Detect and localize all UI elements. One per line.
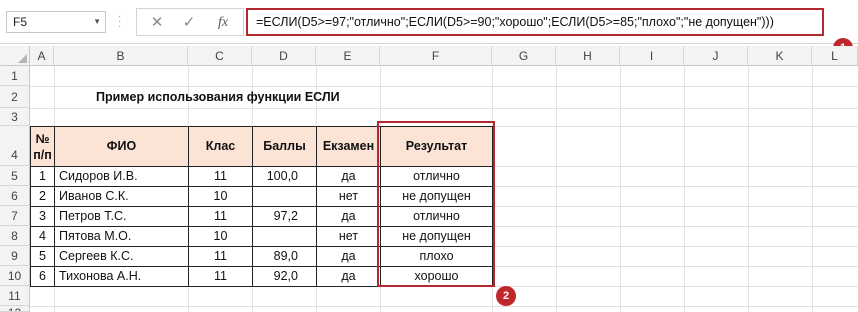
cell-name[interactable]: Иванов С.К. [54, 186, 189, 207]
formula-text: =ЕСЛИ(D5>=97;"отлично";ЕСЛИ(D5>=90;"хоро… [256, 15, 774, 29]
callout-badge-2: 2 [496, 286, 516, 306]
cell-num[interactable]: 6 [30, 266, 55, 287]
cell-name[interactable]: Сергеев К.С. [54, 246, 189, 267]
header-name-cell[interactable]: ФИО [54, 126, 189, 167]
cell-num[interactable]: 1 [30, 166, 55, 187]
column-header-j[interactable]: J [684, 46, 748, 66]
formula-buttons: ✕ ✓ fx [136, 8, 244, 36]
row-header-11[interactable]: 11 [0, 286, 30, 306]
cell-name[interactable]: Пятова М.О. [54, 226, 189, 247]
cell-name[interactable]: Сидоров И.В. [54, 166, 189, 187]
column-header-a[interactable]: A [30, 46, 54, 66]
cell-name[interactable]: Петров Т.С. [54, 206, 189, 227]
name-box-value: F5 [13, 15, 28, 29]
cell-num[interactable]: 2 [30, 186, 55, 207]
insert-function-icon[interactable]: fx [211, 13, 235, 33]
cell-class[interactable]: 10 [188, 226, 253, 247]
row-header-9[interactable]: 9 [0, 246, 30, 266]
gridline [620, 66, 621, 312]
column-header-l[interactable]: L [812, 46, 858, 66]
column-header-f[interactable]: F [380, 46, 492, 66]
cell-class[interactable]: 11 [188, 166, 253, 187]
row-header-5[interactable]: 5 [0, 166, 30, 186]
column-header-b[interactable]: B [54, 46, 188, 66]
name-box[interactable]: F5 ▼ [6, 11, 106, 33]
cell-score[interactable]: 100,0 [252, 166, 317, 187]
cell-name[interactable]: Тихонова А.Н. [54, 266, 189, 287]
header-exam-cell[interactable]: Екзамен [316, 126, 381, 167]
row-header-10[interactable]: 10 [0, 266, 30, 286]
column-header-i[interactable]: I [620, 46, 684, 66]
cell-score[interactable]: 97,2 [252, 206, 317, 227]
cell-class[interactable]: 11 [188, 246, 253, 267]
row-header-8[interactable]: 8 [0, 226, 30, 246]
header-class-cell[interactable]: Клас [188, 126, 253, 167]
row-header-1[interactable]: 1 [0, 66, 30, 86]
cell-exam[interactable]: да [316, 266, 381, 287]
column-header-h[interactable]: H [556, 46, 620, 66]
header-num-line2: п/п [33, 148, 52, 162]
cancel-icon[interactable]: ✕ [145, 13, 169, 33]
row-header-4[interactable]: 4 [0, 126, 30, 166]
cell-score[interactable]: 89,0 [252, 246, 317, 267]
row-header-12[interactable]: 12 [0, 306, 30, 312]
gridline [30, 108, 858, 109]
header-num-line1: № [35, 132, 50, 146]
row-header-3[interactable]: 3 [0, 108, 30, 126]
column-header-g[interactable]: G [492, 46, 556, 66]
sheet-title[interactable]: Пример использования функции ЕСЛИ [96, 86, 340, 108]
column-header-c[interactable]: C [188, 46, 252, 66]
column-header-e[interactable]: E [316, 46, 380, 66]
result-column-highlight [377, 121, 495, 287]
cell-score[interactable]: 92,0 [252, 266, 317, 287]
cell-exam[interactable]: нет [316, 226, 381, 247]
cell-exam[interactable]: нет [316, 186, 381, 207]
cell-exam[interactable]: да [316, 166, 381, 187]
cell-score[interactable] [252, 226, 317, 247]
header-num-cell[interactable]: № п/п [30, 126, 55, 167]
gridline [812, 66, 813, 312]
row-header-7[interactable]: 7 [0, 206, 30, 226]
cell-class[interactable]: 10 [188, 186, 253, 207]
drag-handle-icon[interactable]: · · · [118, 12, 124, 32]
gridline [30, 306, 858, 307]
formula-input[interactable]: =ЕСЛИ(D5>=97;"отлично";ЕСЛИ(D5>=90;"хоро… [246, 8, 824, 36]
select-all-button[interactable] [0, 46, 30, 66]
cell-class[interactable]: 11 [188, 266, 253, 287]
formula-bar: F5 ▼ · · · ✕ ✓ fx =ЕСЛИ(D5>=97;"отлично";Е… [0, 0, 858, 58]
header-score-cell[interactable]: Баллы [252, 126, 317, 167]
row-header-6[interactable]: 6 [0, 186, 30, 206]
gridline [748, 66, 749, 312]
cell-exam[interactable]: да [316, 206, 381, 227]
cell-exam[interactable]: да [316, 246, 381, 267]
row-header-2[interactable]: 2 [0, 86, 30, 108]
gridline [556, 66, 557, 312]
cell-score[interactable] [252, 186, 317, 207]
chevron-down-icon[interactable]: ▼ [93, 12, 101, 32]
cell-num[interactable]: 3 [30, 206, 55, 227]
enter-icon[interactable]: ✓ [177, 13, 201, 33]
cell-class[interactable]: 11 [188, 206, 253, 227]
cell-num[interactable]: 5 [30, 246, 55, 267]
cell-num[interactable]: 4 [30, 226, 55, 247]
gridline [684, 66, 685, 312]
column-header-d[interactable]: D [252, 46, 316, 66]
column-header-k[interactable]: K [748, 46, 812, 66]
